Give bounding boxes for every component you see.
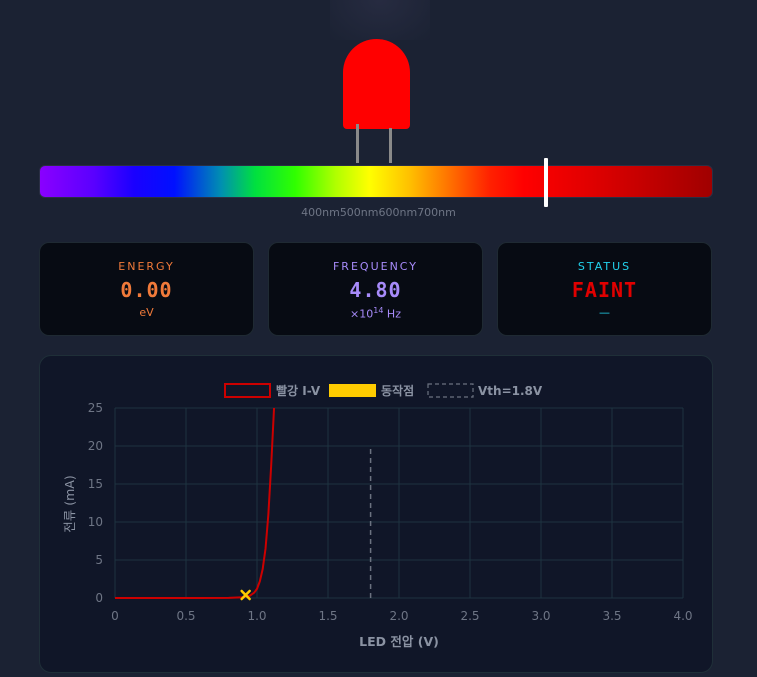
y-tick-label: 5 bbox=[95, 553, 103, 567]
led-leg-left bbox=[356, 124, 359, 163]
energy-value: 0.00 bbox=[120, 278, 173, 302]
x-tick-label: 1.5 bbox=[318, 609, 337, 623]
y-tick-label: 0 bbox=[95, 591, 103, 605]
energy-card: ENERGY 0.00 eV bbox=[39, 242, 254, 336]
x-tick-label: 0.5 bbox=[176, 609, 195, 623]
energy-unit: eV bbox=[139, 306, 154, 319]
led-icon bbox=[343, 39, 410, 129]
frequency-unit: ×1014 Hz bbox=[269, 306, 482, 321]
frequency-unit-suffix: Hz bbox=[383, 307, 401, 321]
x-tick-label: 2.0 bbox=[389, 609, 408, 623]
legend-label-vth: Vth=1.8V bbox=[478, 384, 543, 398]
led-leg-right bbox=[389, 128, 392, 163]
spectrum-label: 500nm bbox=[339, 206, 379, 219]
iv-chart-card: 빨강 I-V 동작점 Vth=1.8V 0 0.5 1.0 1.5 2.0 2.5 3.0 3… bbox=[39, 355, 713, 673]
legend-swatch-iv bbox=[224, 383, 271, 398]
spectrum-label: 700nm bbox=[417, 206, 456, 219]
legend-label-op: 동작점 bbox=[381, 383, 414, 398]
x-axis-label: LED 전압 (V) bbox=[359, 634, 439, 649]
legend-label-iv: 빨강 I-V bbox=[276, 383, 321, 398]
wavelength-slider-handle[interactable] bbox=[544, 158, 548, 207]
x-tick-label: 4.0 bbox=[673, 609, 692, 623]
x-axis-ticks: 0 0.5 1.0 1.5 2.0 2.5 3.0 3.5 4.0 bbox=[111, 609, 692, 623]
status-unit: — bbox=[599, 306, 610, 319]
x-tick-label: 1.0 bbox=[247, 609, 266, 623]
y-axis-ticks: 0 5 10 15 20 25 bbox=[88, 401, 103, 605]
legend-swatch-vth bbox=[427, 383, 474, 398]
y-axis-label: 전류 (mA) bbox=[62, 475, 77, 532]
status-card: STATUS FAINT — bbox=[497, 242, 712, 336]
status-value: FAINT bbox=[571, 278, 638, 302]
spectrum-label: 400nm bbox=[301, 206, 340, 219]
y-tick-label: 25 bbox=[88, 401, 103, 415]
x-tick-label: 3.5 bbox=[602, 609, 621, 623]
y-tick-label: 10 bbox=[88, 515, 103, 529]
y-tick-label: 20 bbox=[88, 439, 103, 453]
wavelength-slider-track[interactable] bbox=[39, 165, 713, 198]
x-tick-label: 3.0 bbox=[531, 609, 550, 623]
iv-curve bbox=[115, 407, 276, 599]
legend-swatch-op bbox=[329, 384, 376, 397]
frequency-title: FREQUENCY bbox=[332, 260, 418, 273]
frequency-card: FREQUENCY 4.80 ×1014 Hz bbox=[268, 242, 483, 336]
iv-chart: 빨강 I-V 동작점 Vth=1.8V 0 0.5 1.0 1.5 2.0 2.5 3.0 3… bbox=[62, 383, 693, 649]
status-title: STATUS bbox=[577, 260, 632, 273]
spectrum-labels: 400nm500nm600nm700nm bbox=[0, 206, 757, 219]
x-tick-label: 0 bbox=[111, 609, 119, 623]
spectrum-label: 600nm bbox=[378, 206, 418, 219]
energy-title: ENERGY bbox=[118, 260, 175, 273]
frequency-value: 4.80 bbox=[349, 278, 402, 302]
chart-legend: 빨강 I-V 동작점 Vth=1.8V bbox=[224, 383, 543, 398]
frequency-unit-prefix: ×10 bbox=[350, 307, 374, 321]
frequency-unit-exp: 14 bbox=[373, 306, 384, 315]
led-glow bbox=[330, 0, 430, 40]
x-tick-label: 2.5 bbox=[460, 609, 479, 623]
chart-grid bbox=[114, 407, 684, 599]
y-tick-label: 15 bbox=[88, 477, 103, 491]
